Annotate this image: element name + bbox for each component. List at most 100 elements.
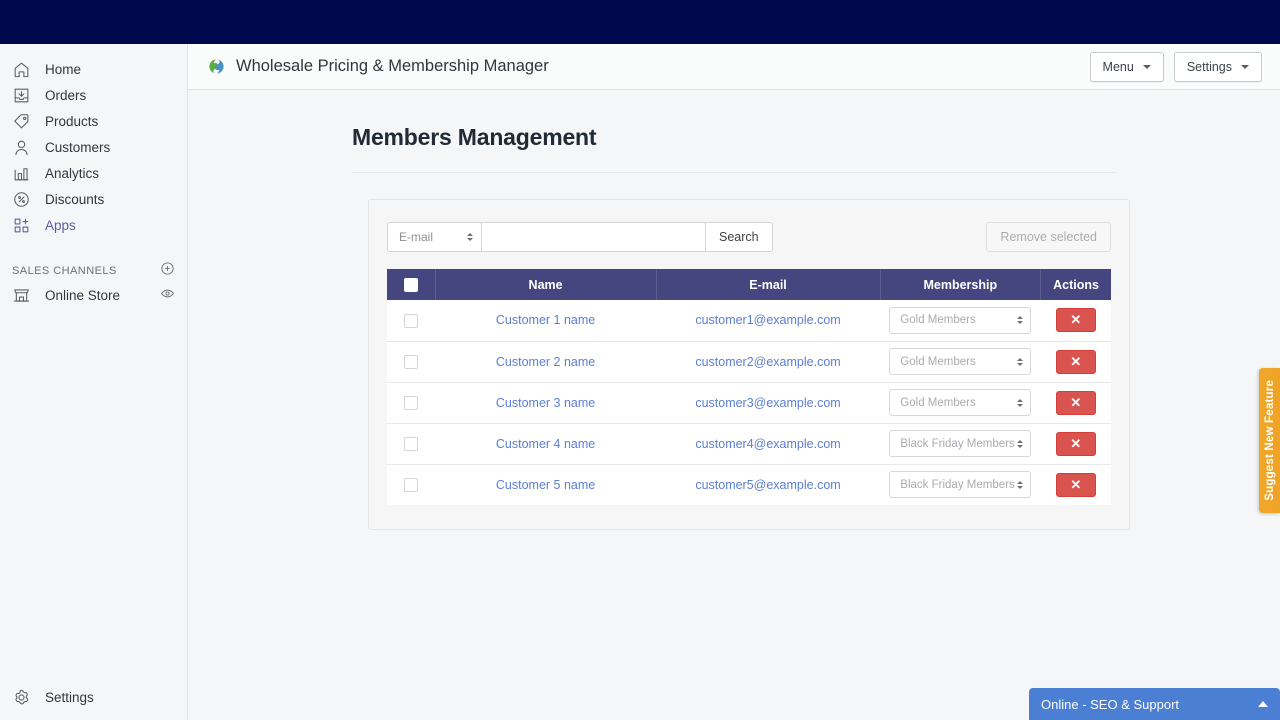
table-row: Customer 1 name customer1@example.com Gold… <box>387 300 1111 341</box>
row-checkbox[interactable] <box>404 396 418 410</box>
sidebar-item-home[interactable]: Home <box>0 56 187 82</box>
menu-button[interactable]: Menu <box>1090 52 1164 82</box>
row-name-cell: Customer 5 name <box>435 464 656 505</box>
support-chat-widget[interactable]: Online - SEO & Support <box>1029 688 1280 720</box>
row-email-cell: customer2@example.com <box>656 341 880 382</box>
table-header-row: Name E-mail Membership Actions <box>387 269 1111 300</box>
row-membership-cell: Gold Members <box>880 300 1041 341</box>
settings-button-label: Settings <box>1187 60 1232 74</box>
table-row: Customer 5 name customer5@example.com Blac… <box>387 464 1111 505</box>
table-row: Customer 2 name customer2@example.com Gold… <box>387 341 1111 382</box>
page-title: Members Management <box>352 124 1280 151</box>
gear-icon <box>12 688 31 707</box>
spinner-arrows-icon <box>467 233 473 241</box>
row-select-cell <box>387 382 435 423</box>
customer-name-link[interactable]: Customer 2 name <box>496 355 595 369</box>
top-bar <box>0 0 1280 44</box>
sidebar-item-label: Customers <box>45 140 110 155</box>
sidebar-item-products[interactable]: Products <box>0 108 187 134</box>
sidebar-item-analytics[interactable]: Analytics <box>0 160 187 186</box>
customer-name-link[interactable]: Customer 4 name <box>496 437 595 451</box>
sidebar-nav: Home Orders Products Customers <box>0 44 187 308</box>
row-checkbox[interactable] <box>404 355 418 369</box>
customer-name-link[interactable]: Customer 1 name <box>496 313 595 327</box>
customer-email-link[interactable]: customer1@example.com <box>695 313 840 327</box>
row-actions-cell: ✕ <box>1041 341 1111 382</box>
row-email-cell: customer4@example.com <box>656 423 880 464</box>
sidebar-item-apps[interactable]: Apps <box>0 212 187 238</box>
row-actions-cell: ✕ <box>1041 423 1111 464</box>
chevron-up-icon[interactable] <box>1258 701 1268 707</box>
settings-button[interactable]: Settings <box>1174 52 1262 82</box>
membership-select[interactable]: Black Friday Members <box>889 430 1031 457</box>
row-name-cell: Customer 4 name <box>435 423 656 464</box>
customer-email-link[interactable]: customer3@example.com <box>695 396 840 410</box>
row-actions-cell: ✕ <box>1041 382 1111 423</box>
membership-select[interactable]: Gold Members <box>889 389 1031 416</box>
page-title-divider <box>352 172 1116 173</box>
column-name[interactable]: Name <box>435 269 656 300</box>
sidebar-item-label: Analytics <box>45 166 99 181</box>
membership-select-value: Black Friday Members <box>900 479 1014 491</box>
search-field-select[interactable]: E-mail <box>387 222 481 252</box>
members-table: Name E-mail Membership Actions Customer … <box>387 269 1111 505</box>
row-email-cell: customer3@example.com <box>656 382 880 423</box>
column-actions: Actions <box>1041 269 1111 300</box>
support-chat-label: Online - SEO & Support <box>1041 697 1179 712</box>
chevron-down-icon <box>1143 65 1151 69</box>
column-membership[interactable]: Membership <box>880 269 1041 300</box>
search-button[interactable]: Search <box>705 222 773 252</box>
sidebar-item-label: Discounts <box>45 192 104 207</box>
customer-email-link[interactable]: customer5@example.com <box>695 478 840 492</box>
spinner-arrows-icon <box>1017 358 1023 366</box>
spinner-arrows-icon <box>1017 316 1023 324</box>
search-input[interactable] <box>481 222 705 252</box>
row-email-cell: customer1@example.com <box>656 300 880 341</box>
row-name-cell: Customer 2 name <box>435 341 656 382</box>
membership-select[interactable]: Black Friday Members <box>889 471 1031 498</box>
suggest-new-feature-tab[interactable]: Suggest New Feature <box>1259 368 1280 513</box>
membership-select-value: Gold Members <box>900 397 975 409</box>
row-checkbox[interactable] <box>404 437 418 451</box>
membership-select-value: Gold Members <box>900 314 975 326</box>
sidebar-item-discounts[interactable]: Discounts <box>0 186 187 212</box>
sidebar-item-label: Home <box>45 62 81 77</box>
customer-name-link[interactable]: Customer 3 name <box>496 396 595 410</box>
membership-select[interactable]: Gold Members <box>889 348 1031 375</box>
delete-row-button[interactable]: ✕ <box>1056 391 1096 415</box>
orders-icon <box>12 86 31 105</box>
delete-row-button[interactable]: ✕ <box>1056 432 1096 456</box>
membership-select[interactable]: Gold Members <box>889 307 1031 334</box>
sidebar-item-customers[interactable]: Customers <box>0 134 187 160</box>
customer-email-link[interactable]: customer2@example.com <box>695 355 840 369</box>
plus-circle-icon[interactable] <box>160 261 175 281</box>
customer-email-link[interactable]: customer4@example.com <box>695 437 840 451</box>
customer-name-link[interactable]: Customer 5 name <box>496 478 595 492</box>
delete-row-button[interactable]: ✕ <box>1056 350 1096 374</box>
row-name-cell: Customer 1 name <box>435 300 656 341</box>
delete-row-button[interactable]: ✕ <box>1056 473 1096 497</box>
row-checkbox[interactable] <box>404 478 418 492</box>
eye-icon[interactable] <box>160 286 175 304</box>
sidebar-item-orders[interactable]: Orders <box>0 82 187 108</box>
sidebar-item-label: Settings <box>45 690 94 705</box>
menu-button-label: Menu <box>1103 60 1134 74</box>
row-checkbox[interactable] <box>404 314 418 328</box>
sidebar-item-online-store[interactable]: Online Store <box>0 282 187 308</box>
row-select-cell <box>387 341 435 382</box>
row-select-cell <box>387 423 435 464</box>
sidebar-item-settings[interactable]: Settings <box>0 684 188 710</box>
apps-grid-icon <box>12 216 31 235</box>
column-email[interactable]: E-mail <box>656 269 880 300</box>
sidebar: Home Orders Products Customers <box>0 44 188 720</box>
row-membership-cell: Gold Members <box>880 382 1041 423</box>
online-store-icon <box>12 286 31 305</box>
remove-selected-button[interactable]: Remove selected <box>986 222 1111 252</box>
sidebar-footer: Settings <box>0 684 188 710</box>
delete-row-button[interactable]: ✕ <box>1056 308 1096 332</box>
select-all-checkbox[interactable] <box>404 278 418 292</box>
discounts-percent-icon <box>12 190 31 209</box>
spinner-arrows-icon <box>1017 399 1023 407</box>
main-area: Wholesale Pricing & Membership Manager M… <box>188 44 1280 720</box>
members-table-head: Name E-mail Membership Actions <box>387 269 1111 300</box>
